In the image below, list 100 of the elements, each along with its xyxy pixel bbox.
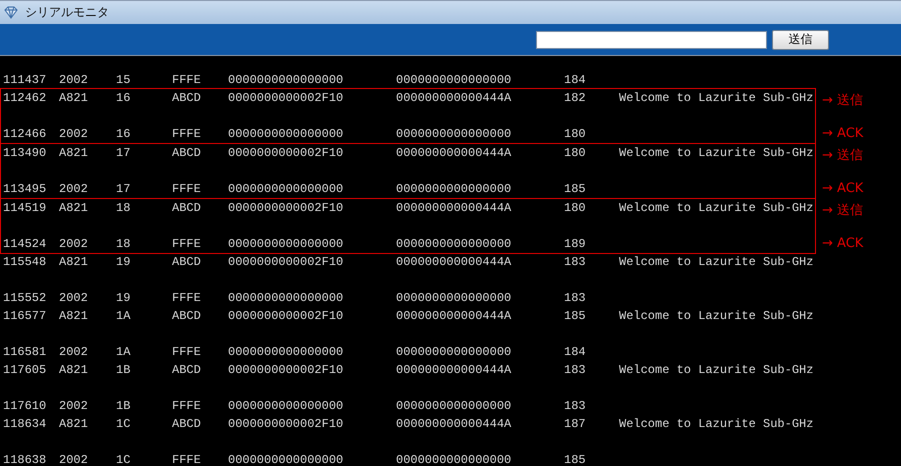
log-cell-text: FFFE — [172, 73, 202, 87]
log-cell-text: 000000000000444A — [396, 417, 512, 431]
log-cell-text: A821 — [59, 255, 89, 269]
log-cell-text: 0000000000000000 — [396, 237, 512, 251]
log-cell-text: 000000000000444A — [396, 309, 512, 323]
log-cell-text: 182 — [564, 91, 587, 105]
log-cell-text: 0000000000002F10 — [228, 417, 344, 431]
log-cell-text: 116577 — [3, 309, 48, 323]
log-cell-text: 000000000000444A — [396, 91, 512, 105]
send-button[interactable]: 送信 — [772, 30, 829, 50]
log-cell-text: FFFE — [172, 182, 202, 196]
log-cell-text: 1C — [116, 417, 132, 431]
log-cell-text: FFFE — [172, 237, 202, 251]
log-cell-text: 17 — [116, 182, 132, 196]
log-cell-text: 1A — [116, 309, 132, 323]
log-cell-text: 185 — [564, 182, 587, 196]
log-cell-text: ABCD — [172, 146, 202, 160]
log-cell-text: 1B — [116, 363, 132, 377]
log-cell-text: 0000000000000000 — [396, 73, 512, 87]
log-cell-text: 185 — [564, 309, 587, 323]
log-cell-text: A821 — [59, 363, 89, 377]
log-cell-text: 184 — [564, 73, 587, 87]
log-cell-text: 112462 — [3, 91, 48, 105]
log-cell-text: 000000000000444A — [396, 363, 512, 377]
log-cell-text: 114519 — [3, 201, 48, 215]
log-cell-text: 0000000000000000 — [228, 399, 344, 413]
log-cell-text: 115552 — [3, 291, 48, 305]
log-cell-text: 116581 — [3, 345, 48, 359]
log-cell-text: A821 — [59, 417, 89, 431]
log-cell-text: 0000000000000000 — [228, 453, 344, 466]
log-cell-text: 0000000000000000 — [396, 453, 512, 466]
log-message: Welcome to Lazurite Sub-GHz — [619, 201, 814, 215]
log-message: Welcome to Lazurite Sub-GHz — [619, 91, 814, 105]
log-cell-text: 000000000000444A — [396, 201, 512, 215]
annotation-label: → 送信 — [822, 92, 864, 110]
log-cell-text: 117610 — [3, 399, 48, 413]
log-cell-text: 187 — [564, 417, 587, 431]
log-cell-text: 17 — [116, 146, 132, 160]
log-cell-text: A821 — [59, 201, 89, 215]
log-cell-text: 000000000000444A — [396, 255, 512, 269]
log-cell-text: 183 — [564, 363, 587, 377]
log-cell-text: 180 — [564, 127, 587, 141]
log-cell-text: 18 — [116, 201, 132, 215]
log-cell-text: 2002 — [59, 182, 89, 196]
log-cell-text: 2002 — [59, 399, 89, 413]
log-cell-text: 183 — [564, 399, 587, 413]
log-cell-text: ABCD — [172, 363, 202, 377]
log-message: Welcome to Lazurite Sub-GHz — [619, 363, 814, 377]
log-cell-text: 0000000000000000 — [228, 237, 344, 251]
log-cell-text: 113495 — [3, 182, 48, 196]
log-cell-text: A821 — [59, 309, 89, 323]
log-cell-text: 184 — [564, 345, 587, 359]
log-cell-text: 0000000000000000 — [228, 73, 344, 87]
annotation-label: → ACK — [822, 235, 864, 253]
log-cell-text: 185 — [564, 453, 587, 466]
log-cell-text: 0000000000000000 — [396, 291, 512, 305]
log-cell-text: 1A — [116, 345, 132, 359]
log-cell-text: ABCD — [172, 309, 202, 323]
window-title: シリアルモニタ — [25, 4, 109, 21]
log-cell-text: 000000000000444A — [396, 146, 512, 160]
annotation-label: → ACK — [822, 125, 864, 143]
log-cell-text: 1B — [116, 399, 132, 413]
annotation-label: → 送信 — [822, 147, 864, 165]
log-cell-text: ABCD — [172, 255, 202, 269]
log-cell-text: 0000000000000000 — [396, 127, 512, 141]
log-cell-text: FFFE — [172, 399, 202, 413]
annotation-label: → 送信 — [822, 202, 864, 220]
log-cell-text: 180 — [564, 146, 587, 160]
log-cell-text: FFFE — [172, 291, 202, 305]
log-cell-text: ABCD — [172, 201, 202, 215]
gem-icon — [4, 6, 18, 19]
log-message: Welcome to Lazurite Sub-GHz — [619, 309, 814, 323]
log-cell-text: 111437 — [3, 73, 48, 87]
log-cell-text: 0000000000002F10 — [228, 146, 344, 160]
log-cell-text: 0000000000000000 — [228, 345, 344, 359]
log-cell-text: 114524 — [3, 237, 48, 251]
send-field[interactable] — [536, 30, 767, 48]
log-cell-text: 180 — [564, 201, 587, 215]
annotation-label: → ACK — [822, 180, 864, 198]
log-cell-text: 0000000000000000 — [396, 345, 512, 359]
log-cell-text: 118638 — [3, 453, 48, 466]
log-cell-text: 183 — [564, 255, 587, 269]
log-cell-text: 15 — [116, 73, 132, 87]
log-cell-text: 16 — [116, 127, 132, 141]
log-cell-text: A821 — [59, 146, 89, 160]
log-cell-text: 0000000000000000 — [228, 127, 344, 141]
log-cell-text: 2002 — [59, 291, 89, 305]
log-cell-text: ABCD — [172, 417, 202, 431]
log-cell-text: 0000000000002F10 — [228, 91, 344, 105]
log-cell-text: 0000000000002F10 — [228, 309, 344, 323]
log-cell-text: 189 — [564, 237, 587, 251]
log-cell-text: 2002 — [59, 127, 89, 141]
log-cell-text: 113490 — [3, 146, 48, 160]
log-cell-text: 0000000000000000 — [396, 182, 512, 196]
log-cell-text: 0000000000000000 — [228, 182, 344, 196]
log-cell-text: 117605 — [3, 363, 48, 377]
log-cell-text: 112466 — [3, 127, 48, 141]
log-cell-text: 0000000000002F10 — [228, 363, 344, 377]
log-cell-text: 0000000000002F10 — [228, 255, 344, 269]
log-cell-text: ABCD — [172, 91, 202, 105]
